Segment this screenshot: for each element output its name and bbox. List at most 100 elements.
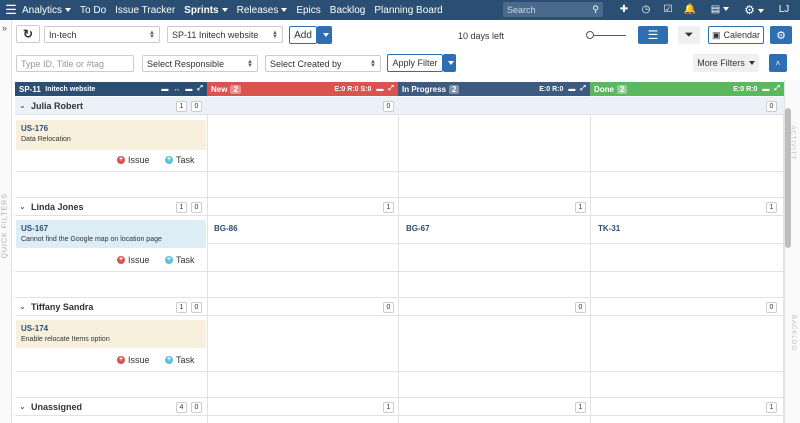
nav-analytics[interactable]: Analytics [22,5,72,16]
bell-icon[interactable]: 🔔 [683,3,697,17]
column-count-badge: 2 [617,84,628,94]
add-issue-button[interactable]: + Issue [117,155,150,165]
lane-count: 1 [176,101,187,112]
card-title: Cannot find the Google map on location p… [21,236,162,243]
lane-count: 0 [191,101,202,112]
row-divider [15,271,784,272]
minus-icon[interactable]: ▬ [376,86,383,93]
expand-horizontal-icon[interactable]: ↔ [173,86,180,93]
backlog-tab[interactable]: BACKLOG [790,315,796,351]
chevron-down-icon[interactable]: ⌄ [19,101,26,110]
minus-icon[interactable]: ▬ [762,86,769,93]
add-button[interactable]: Add [289,26,317,44]
checkbox-icon[interactable]: ☑ [661,3,675,17]
swimlane-header[interactable]: ⌄ Unassigned [15,398,784,416]
settings-button[interactable]: ⚙ [770,26,792,44]
refresh-button[interactable]: ↻ [16,25,40,43]
nav-backlog[interactable]: Backlog [330,5,366,16]
zoom-slider[interactable] [586,30,628,40]
gear-icon: ⚙ [776,29,786,42]
card-id[interactable]: US-167 [21,224,201,233]
nav-planning-board[interactable]: Planning Board [374,5,442,16]
document-icon[interactable]: ▤ [710,3,730,17]
filter-button[interactable]: ⏷ [678,26,700,44]
funnel-icon: ⏷ [684,29,694,41]
story-card[interactable]: US-176 Data Relocation [16,120,206,150]
gear-icon[interactable]: ⚙ [742,3,766,17]
cell-count: 0 [766,101,777,112]
story-card[interactable]: US-174 Enable relocate Items option [16,320,206,348]
add-issue-button[interactable]: + Issue [117,355,150,365]
swimlane-header[interactable]: ⌄ Linda Jones [15,198,784,216]
apply-filter-button[interactable]: Apply Filter [387,54,443,72]
chevron-updown-icon: ▲ ▼ [370,58,376,69]
column-in-progress-header: In Progress 2 E:0 R:0 ▬ ⤢ [398,82,590,96]
row-divider [15,171,784,172]
list-icon: ☰ [647,28,659,42]
nav-sprints[interactable]: Sprints [184,5,228,16]
cell-count: 1 [575,202,586,213]
apply-filter-dropdown[interactable] [443,54,456,72]
story-card[interactable]: US-167 Cannot find the Google map on loc… [16,220,206,248]
project-select[interactable]: In-tech ▲ ▼ [44,26,160,43]
add-issue-button[interactable]: + Issue [117,255,150,265]
lane-count: 0 [191,402,202,413]
expand-icon[interactable]: » [2,23,7,33]
add-task-button[interactable]: + Task [165,355,195,365]
collapse-button[interactable]: ˄ [769,54,787,72]
nav-epics[interactable]: Epics [296,5,320,16]
card-id[interactable]: US-174 [21,324,201,333]
add-task-button[interactable]: + Task [165,255,195,265]
nav-todo[interactable]: To Do [80,5,106,16]
minus-icon[interactable]: ▬ [568,86,575,93]
chevron-down-icon[interactable]: ⌄ [19,202,26,211]
clock-icon[interactable]: ◷ [639,3,653,17]
quick-filters-label: QUICK FILTERS [1,193,9,259]
more-filters-button[interactable]: More Filters [693,54,759,72]
plus-circle-icon: + [165,256,173,264]
hamburger-menu-icon[interactable]: ☰ [0,0,22,20]
swimlane-header[interactable]: ⌄ Julia Robert [15,97,784,115]
responsible-select[interactable]: Select Responsible ▲ ▼ [142,55,258,72]
nav-releases[interactable]: Releases [237,5,288,16]
lane-count: 1 [176,202,187,213]
chevron-down-icon [448,61,454,65]
vertical-scrollbar[interactable] [785,108,791,248]
cell-count: 1 [383,402,394,413]
minus-icon[interactable]: ▬ [185,86,192,93]
shrink-icon[interactable]: ⤢ [774,85,780,93]
add-dropdown-button[interactable] [317,26,332,44]
lane-count: 0 [191,202,202,213]
chevron-down-icon [65,7,72,12]
slider-track [594,35,626,36]
slider-handle[interactable] [586,31,594,39]
nav-issue-tracker[interactable]: Issue Tracker [115,5,175,16]
shrink-icon[interactable]: ⤢ [197,85,203,93]
list-view-button[interactable]: ☰ [638,26,668,44]
quick-filters-sidebar[interactable]: » QUICK FILTERS [0,20,12,423]
card-title: Enable relocate Items option [21,336,110,343]
chevron-down-icon [323,33,329,37]
created-by-select[interactable]: Select Created by ▲ ▼ [265,55,381,72]
chevron-down-icon [221,7,228,12]
user-avatar[interactable]: LJ [774,3,794,17]
calendar-button[interactable]: ▣ Calendar [708,26,764,44]
swimlane-header[interactable]: ⌄ Tiffany Sandra [15,298,784,316]
chevron-down-icon[interactable]: ⌄ [19,302,26,311]
chevron-down-icon[interactable]: ⌄ [19,402,26,411]
swimlane-title: Tiffany Sandra [31,301,94,312]
card-id[interactable]: TK-31 [598,224,620,233]
shrink-icon[interactable]: ⤢ [580,85,586,93]
search-icon: ⚲ [592,4,599,14]
shrink-icon[interactable]: ⤢ [388,85,394,93]
card-id[interactable]: BG-86 [214,224,238,233]
search-filter-input[interactable]: Type ID, Title or #tag [16,55,134,72]
plus-icon[interactable]: ✚ [617,3,631,17]
add-task-button[interactable]: + Task [165,155,195,165]
card-id[interactable]: US-176 [21,124,201,133]
calendar-icon: ▣ [711,29,721,40]
minus-icon[interactable]: ▬ [161,86,168,93]
search-input[interactable]: Search ⚲ [503,2,603,17]
card-id[interactable]: BG-67 [406,224,430,233]
sprint-select[interactable]: SP-11 Initech website ▲ ▼ [167,26,283,43]
